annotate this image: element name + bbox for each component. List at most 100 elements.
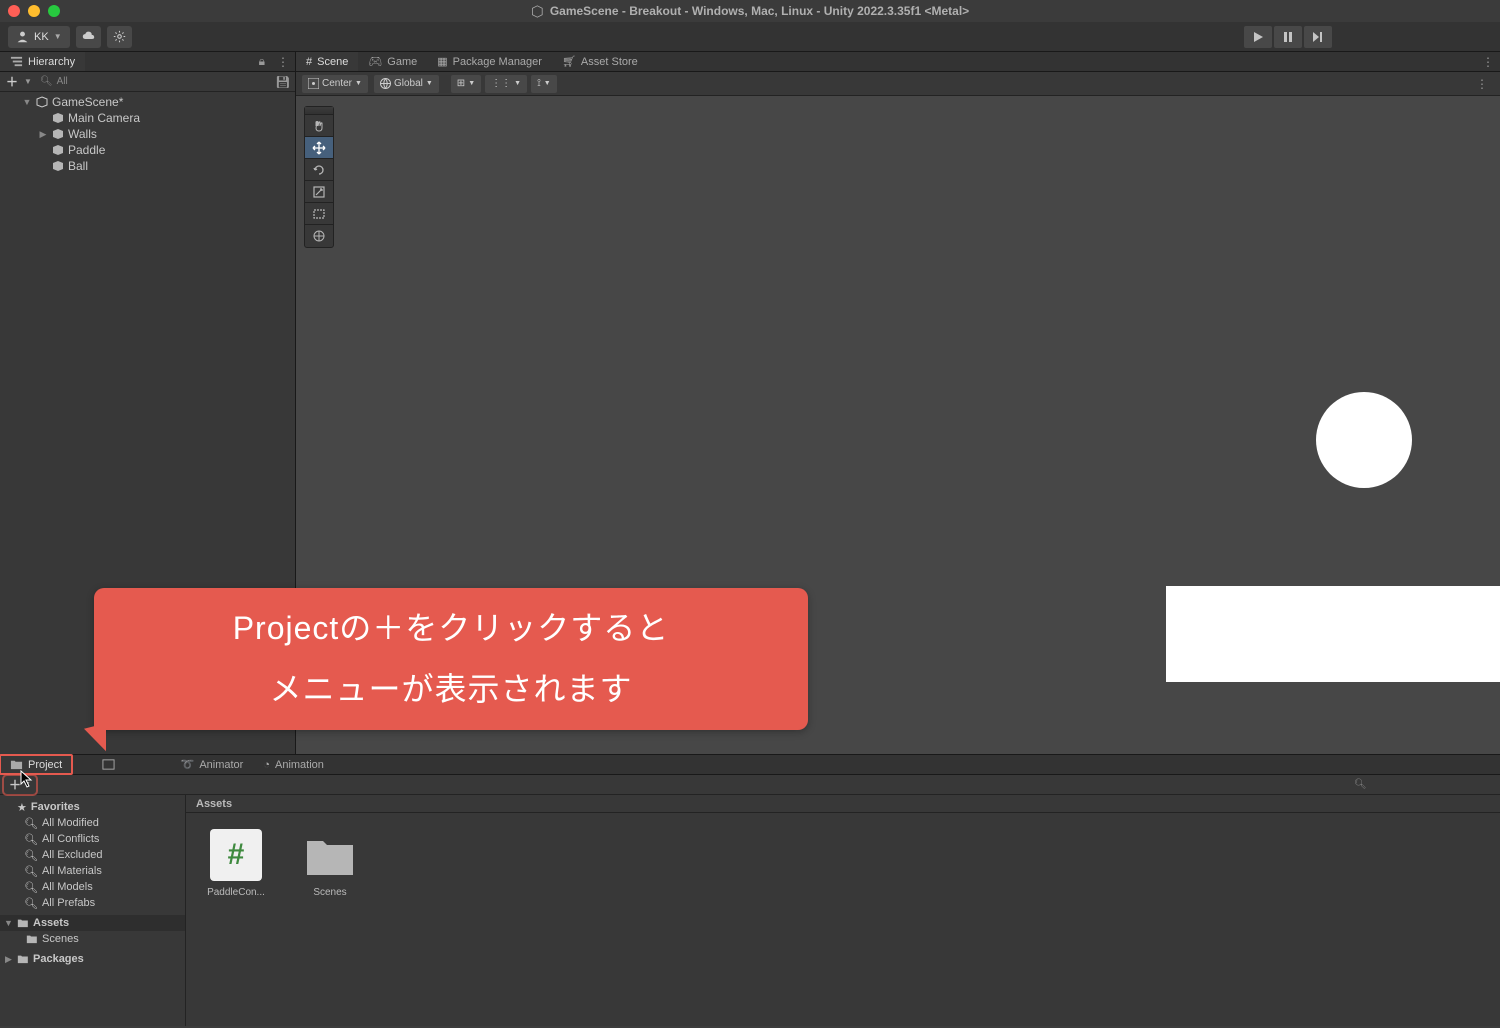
search-icon: 🔍︎	[24, 849, 38, 862]
tab-scene[interactable]: # Scene	[296, 52, 358, 71]
folder-icon	[304, 829, 356, 881]
project-sidebar: ★ Favorites 🔍︎All Modified 🔍︎All Conflic…	[0, 795, 186, 1026]
gear-icon	[113, 30, 126, 43]
user-icon	[16, 30, 29, 43]
scale-tool[interactable]	[305, 181, 333, 203]
project-panel: Project Console ➰ Animator ◔ Animation ＋…	[0, 754, 1500, 1026]
scene-toolbar-menu[interactable]: ⋮	[1470, 77, 1494, 91]
pause-button[interactable]	[1274, 26, 1302, 48]
favorite-item[interactable]: 🔍︎All Excluded	[0, 847, 185, 863]
tab-animator[interactable]: ➰ Animator	[171, 755, 254, 774]
hierarchy-add-button[interactable]: ＋	[4, 73, 20, 90]
ruler-icon: ⟟	[537, 78, 541, 89]
grid-snap-dropdown[interactable]: ⊞▼	[451, 75, 481, 93]
cloud-button[interactable]	[76, 26, 101, 48]
pivot-mode-dropdown[interactable]: Center ▼	[302, 75, 368, 93]
account-menu[interactable]: KK ▼	[8, 26, 70, 48]
hierarchy-tree: ▼ GameScene* Main Camera ▶ Walls Paddle	[0, 92, 295, 176]
scene-paddle-object[interactable]	[1166, 586, 1500, 682]
favorites-folder[interactable]: ★ Favorites	[0, 799, 185, 815]
pivot-icon	[308, 78, 319, 89]
chevron-down-icon[interactable]: ▼	[22, 97, 32, 107]
tab-project[interactable]: Project	[0, 755, 72, 774]
increment-dropdown[interactable]: ⟟▼	[531, 75, 557, 93]
gameobject-icon	[52, 128, 64, 140]
unity-icon	[531, 5, 544, 18]
scene-tools	[304, 106, 334, 248]
tab-animation[interactable]: ◔ Animation	[253, 755, 334, 774]
search-icon: 🔍︎	[1354, 779, 1367, 790]
rotate-tool[interactable]	[305, 159, 333, 181]
asset-folder[interactable]: Scenes	[298, 829, 362, 898]
animation-icon: ◔	[263, 759, 270, 771]
search-icon: 🔍︎	[24, 833, 38, 846]
globe-icon	[380, 78, 391, 89]
search-icon: 🔍︎	[24, 865, 38, 878]
chevron-down-icon: ▼	[468, 80, 475, 87]
transform-tool[interactable]	[305, 225, 333, 247]
panel-menu-icon[interactable]: ⋮	[271, 55, 295, 69]
favorite-item[interactable]: 🔍︎All Models	[0, 879, 185, 895]
hierarchy-search-input[interactable]: 🔍︎ All	[36, 76, 271, 87]
project-add-button[interactable]: ＋ ▼	[6, 778, 34, 792]
chevron-down-icon[interactable]: ▼	[4, 918, 13, 928]
star-icon: ★	[17, 801, 27, 814]
tab-hierarchy[interactable]: Hierarchy	[0, 52, 85, 71]
favorite-item[interactable]: 🔍︎All Materials	[0, 863, 185, 879]
favorite-item[interactable]: 🔍︎All Conflicts	[0, 831, 185, 847]
chevron-right-icon[interactable]: ▶	[4, 954, 13, 965]
panel-menu-icon[interactable]: ⋮	[1476, 55, 1500, 69]
tab-package-manager[interactable]: ▦ Package Manager	[427, 52, 552, 71]
tab-console[interactable]: Console	[72, 755, 170, 774]
save-icon[interactable]: 💾︎	[275, 75, 291, 89]
chevron-down-icon[interactable]: ▼	[24, 77, 32, 86]
hierarchy-item[interactable]: Main Camera	[0, 110, 295, 126]
snap-dropdown[interactable]: ⋮⋮▼	[485, 75, 527, 93]
scene-ball-object[interactable]	[1316, 392, 1412, 488]
maximize-window-icon[interactable]	[48, 5, 60, 17]
gameobject-icon	[52, 144, 64, 156]
hierarchy-item[interactable]: Ball	[0, 158, 295, 174]
play-button[interactable]	[1244, 26, 1272, 48]
hierarchy-item[interactable]: Paddle	[0, 142, 295, 158]
window-titlebar: GameScene - Breakout - Windows, Mac, Lin…	[0, 0, 1500, 22]
scene-root[interactable]: ▼ GameScene*	[0, 94, 295, 110]
chevron-down-icon: ▼	[24, 781, 31, 788]
assets-folder[interactable]: ▼ Assets	[0, 915, 185, 931]
packages-folder[interactable]: ▶ Packages	[0, 951, 185, 967]
game-icon: 🎮︎	[368, 55, 382, 68]
breadcrumb[interactable]: Assets	[186, 795, 1500, 813]
search-icon: 🔍︎	[40, 76, 53, 87]
favorite-item[interactable]: 🔍︎All Modified	[0, 815, 185, 831]
project-search-input[interactable]: 🔍︎	[1354, 779, 1494, 790]
asset-script[interactable]: # PaddleCon...	[204, 829, 268, 898]
folder-icon	[17, 918, 29, 928]
assets-grid: # PaddleCon... Scenes	[186, 813, 1500, 1026]
toolbox-grip[interactable]	[305, 107, 333, 115]
rect-tool[interactable]	[305, 203, 333, 225]
package-icon: ▦	[437, 55, 447, 68]
favorite-item[interactable]: 🔍︎All Prefabs	[0, 895, 185, 911]
cloud-icon	[82, 30, 95, 43]
tab-asset-store[interactable]: 🛒︎ Asset Store	[552, 52, 648, 71]
search-icon: 🔍︎	[24, 817, 38, 830]
minimize-window-icon[interactable]	[28, 5, 40, 17]
lock-icon[interactable]: 🔒︎	[253, 54, 271, 69]
hierarchy-icon	[10, 55, 23, 68]
hand-tool[interactable]	[305, 115, 333, 137]
chevron-down-icon: ▼	[355, 80, 362, 87]
move-tool[interactable]	[305, 137, 333, 159]
window-title: GameScene - Breakout - Windows, Mac, Lin…	[531, 4, 969, 18]
space-mode-dropdown[interactable]: Global ▼	[374, 75, 439, 93]
folder-item[interactable]: Scenes	[0, 931, 185, 947]
close-window-icon[interactable]	[8, 5, 20, 17]
hierarchy-item[interactable]: ▶ Walls	[0, 126, 295, 142]
snap-icon: ⋮⋮	[491, 78, 511, 89]
settings-button[interactable]	[107, 26, 132, 48]
step-button[interactable]	[1304, 26, 1332, 48]
chevron-right-icon[interactable]: ▶	[38, 129, 48, 140]
tab-game[interactable]: 🎮︎ Game	[358, 52, 427, 71]
chevron-down-icon: ▼	[514, 80, 521, 87]
annotation-callout: Projectの＋をクリックすると メニューが表示されます	[94, 588, 808, 730]
console-icon	[102, 758, 115, 771]
